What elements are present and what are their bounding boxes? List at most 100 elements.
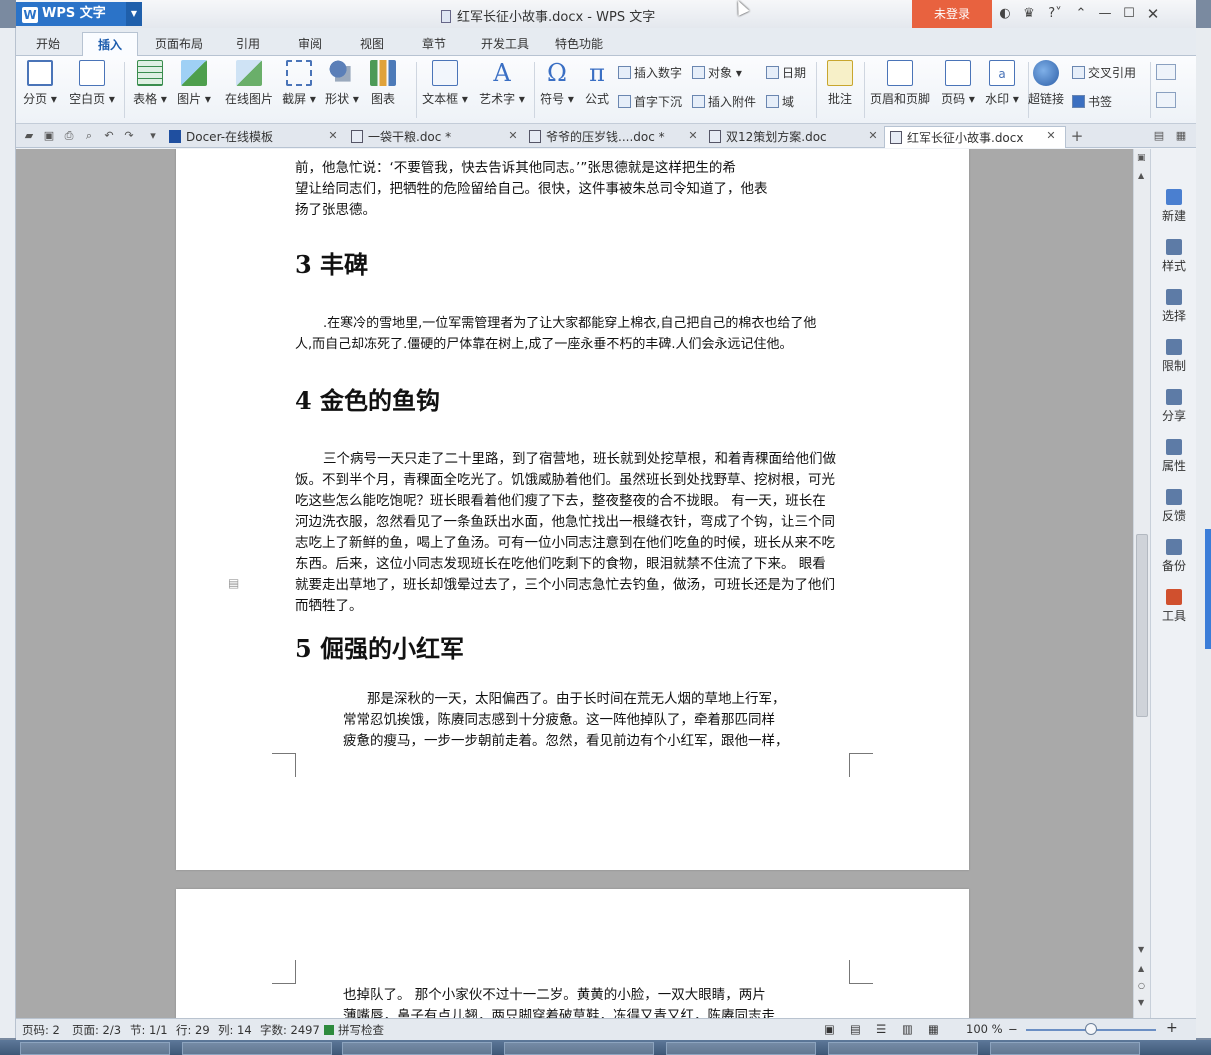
tab-special[interactable]: 特色功能 (546, 32, 612, 56)
side-style-button[interactable]: 样式 (1151, 239, 1197, 274)
object-button[interactable]: 对象 ▾ (692, 64, 742, 81)
tab-list-icon[interactable]: ▤ (1152, 129, 1166, 143)
save-icon[interactable]: ▣ (42, 129, 56, 143)
side-new-button[interactable]: 新建 (1151, 189, 1197, 224)
shirt-icon[interactable]: ♛ (1020, 5, 1038, 23)
formula-button[interactable]: π 公式 (580, 56, 614, 107)
zoom-level[interactable]: 100 % (966, 1022, 1003, 1036)
app-menu-button[interactable]: W WPS 文字 (16, 2, 126, 26)
taskbar-item[interactable] (504, 1042, 654, 1055)
reading-view-icon[interactable]: ▦ (928, 1022, 939, 1036)
side-restrict-button[interactable]: 限制 (1151, 339, 1197, 374)
watermark-button[interactable]: a 水印 ▾ (982, 56, 1022, 107)
tab-chapter[interactable]: 章节 (412, 32, 456, 56)
tab-start[interactable]: 开始 (26, 32, 70, 56)
hyperlink-button[interactable]: 超链接 (1026, 56, 1066, 107)
web-view-icon[interactable]: ▥ (902, 1022, 913, 1036)
field-button[interactable]: 域 (766, 93, 794, 110)
help-icon[interactable]: ?˅ (1042, 5, 1068, 23)
scroll-thumb[interactable] (1136, 534, 1148, 717)
app-menu-dropdown-icon[interactable]: ▼ (126, 2, 142, 26)
symbol-button[interactable]: Ω 符号 ▾ (538, 56, 576, 107)
tab-options-icon[interactable]: ▦ (1174, 129, 1188, 143)
side-tools-button[interactable]: 工具 (1151, 589, 1197, 624)
side-share-button[interactable]: 分享 (1151, 389, 1197, 424)
zoom-out-icon[interactable]: − (1008, 1022, 1018, 1036)
page-view-icon[interactable]: ▤ (850, 1022, 861, 1036)
side-properties-button[interactable]: 属性 (1151, 439, 1197, 474)
taskbar-item[interactable] (828, 1042, 978, 1055)
print-preview-icon[interactable]: ⌕ (82, 129, 96, 143)
paragraph-marker-icon[interactable]: ▤ (228, 576, 242, 590)
dropcap-button[interactable]: 首字下沉 (618, 93, 682, 110)
page-number-button[interactable]: 页码 ▾ (938, 56, 978, 107)
spellcheck-toggle[interactable]: 拼写检查 (338, 1022, 384, 1038)
tab-view[interactable]: 视图 (350, 32, 394, 56)
shape-button[interactable]: 形状 ▾ (322, 56, 362, 107)
doc-tab-active[interactable]: 红军长征小故事.docx (884, 126, 1066, 148)
page-break-button[interactable]: 分页 ▾ (20, 56, 60, 107)
ruler-toggle-icon[interactable]: ▣ (1137, 153, 1146, 163)
textbox-button[interactable]: 文本框 ▾ (420, 56, 470, 107)
taskbar-item[interactable] (20, 1042, 170, 1055)
textbox-small-icon[interactable] (1156, 64, 1176, 80)
chart-button[interactable]: 图表 (366, 56, 400, 107)
print-icon[interactable]: ⎙ (62, 129, 76, 143)
maximize-icon[interactable]: ☐ (1120, 5, 1138, 23)
screenshot-button[interactable]: 截屏 ▾ (280, 56, 318, 107)
frame-small-icon[interactable] (1156, 92, 1176, 108)
zoom-slider-knob[interactable] (1085, 1023, 1097, 1035)
tab-close-icon[interactable]: ✕ (506, 129, 520, 143)
tab-insert[interactable]: 插入 (82, 32, 138, 56)
close-icon[interactable]: ✕ (1144, 5, 1162, 23)
wordart-button[interactable]: A 艺术字 ▾ (474, 56, 530, 107)
tab-developer[interactable]: 开发工具 (472, 32, 538, 56)
tab-close-icon[interactable]: ✕ (866, 129, 880, 143)
doc-tab[interactable]: Docer-在线模板 (164, 126, 340, 148)
prev-page-icon[interactable]: ▲ (1138, 964, 1144, 973)
picture-button[interactable]: 图片 ▾ (174, 56, 214, 107)
taskbar-item[interactable] (666, 1042, 816, 1055)
tab-close-icon[interactable]: ✕ (326, 129, 340, 143)
table-button[interactable]: 表格 ▾ (130, 56, 170, 107)
insert-number-button[interactable]: 插入数字 (618, 64, 682, 81)
login-button[interactable]: 未登录 (912, 0, 992, 28)
minimize-icon[interactable]: — (1096, 5, 1114, 23)
new-tab-icon[interactable]: + (1070, 129, 1084, 144)
status-word-count[interactable]: 字数: 2497 (260, 1022, 320, 1038)
quick-access-dropdown-icon[interactable]: ▾ (146, 129, 160, 143)
tab-close-icon[interactable]: ✕ (1044, 129, 1058, 143)
doc-tab[interactable]: 一袋干粮.doc * (346, 126, 518, 148)
outline-view-icon[interactable]: ☰ (876, 1022, 886, 1036)
comment-button[interactable]: 批注 (822, 56, 858, 107)
side-backup-button[interactable]: 备份 (1151, 539, 1197, 574)
skin-icon[interactable]: ◐ (996, 5, 1014, 23)
doc-tab[interactable]: 双12策划方案.doc (704, 126, 880, 148)
tab-close-icon[interactable]: ✕ (686, 129, 700, 143)
fullscreen-icon[interactable]: ▣ (824, 1022, 835, 1036)
attachment-button[interactable]: 插入附件 (692, 93, 756, 110)
bookmark-button[interactable]: 书签 (1072, 93, 1112, 110)
panel-expand-handle[interactable] (1205, 529, 1211, 649)
doc-tab[interactable]: 爷爷的压岁钱....doc * (524, 126, 700, 148)
side-select-button[interactable]: 选择 (1151, 289, 1197, 324)
scroll-down-icon[interactable]: ▼ (1138, 945, 1144, 954)
online-picture-button[interactable]: 在线图片 (222, 56, 276, 107)
open-icon[interactable]: ▰ (22, 129, 36, 143)
scroll-up-icon[interactable]: ▲ (1138, 171, 1144, 180)
tab-page-layout[interactable]: 页面布局 (146, 32, 212, 56)
select-browse-icon[interactable]: ○ (1138, 981, 1145, 990)
tab-references[interactable]: 引用 (226, 32, 270, 56)
taskbar-item[interactable] (182, 1042, 332, 1055)
header-footer-button[interactable]: 页眉和页脚 (868, 56, 932, 107)
cross-ref-button[interactable]: 交叉引用 (1072, 64, 1136, 81)
taskbar-item[interactable] (990, 1042, 1140, 1055)
blank-page-button[interactable]: 空白页 ▾ (66, 56, 118, 107)
side-feedback-button[interactable]: 反馈 (1151, 489, 1197, 524)
next-page-icon[interactable]: ▼ (1138, 998, 1144, 1007)
taskbar-item[interactable] (342, 1042, 492, 1055)
date-button[interactable]: 日期 (766, 64, 806, 81)
redo-icon[interactable]: ↷ (122, 129, 136, 143)
vertical-scrollbar[interactable]: ▣ ▲ ▼ ▲ ○ ▼ (1133, 149, 1150, 1018)
collapse-ribbon-icon[interactable]: ⌃ (1072, 5, 1090, 23)
